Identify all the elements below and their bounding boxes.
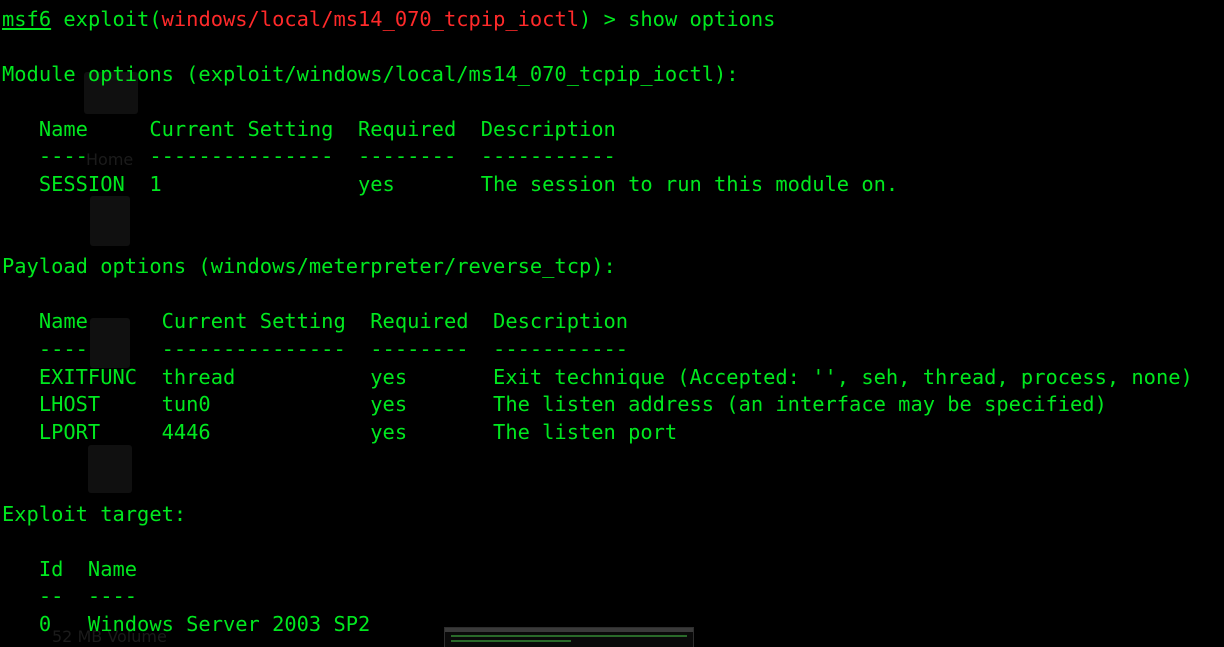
exploit-target-divider: -- ---- bbox=[2, 584, 138, 608]
terminal-window[interactable]: Home 52 MB Volume msf6 exploit(windows/l… bbox=[0, 0, 1224, 647]
prompt-input: show options bbox=[628, 7, 776, 31]
module-options-header-row: Name Current Setting Required Descriptio… bbox=[2, 117, 616, 141]
window-thumbnail[interactable] bbox=[444, 627, 694, 647]
prompt-module: windows/local/ms14_070_tcpip_ioctl bbox=[161, 7, 580, 31]
module-options-row: SESSION 1 yes The session to run this mo… bbox=[2, 172, 899, 196]
prompt-line: msf6 exploit(windows/local/ms14_070_tcpi… bbox=[2, 6, 775, 33]
thumbnail-titlebar bbox=[445, 628, 693, 632]
payload-options-heading: Payload options (windows/meterpreter/rev… bbox=[2, 254, 616, 278]
file-icon bbox=[90, 196, 130, 246]
payload-options-divider: ---- --------------- -------- ----------… bbox=[2, 337, 629, 361]
module-options-heading: Module options (exploit/windows/local/ms… bbox=[2, 62, 739, 86]
payload-options-header-row: Name Current Setting Required Descriptio… bbox=[2, 309, 629, 333]
thumbnail-text-line bbox=[451, 640, 571, 642]
prompt-command: exploit( bbox=[63, 7, 162, 31]
prompt-close: ) > bbox=[579, 7, 629, 31]
thumbnail-text-line bbox=[451, 635, 687, 637]
exploit-target-heading: Exploit target: bbox=[2, 502, 187, 526]
payload-options-row: EXITFUNC thread yes Exit technique (Acce… bbox=[2, 365, 1193, 389]
trash-icon bbox=[88, 445, 132, 493]
exploit-target-row: 0 Windows Server 2003 SP2 bbox=[2, 612, 371, 636]
payload-options-row: LHOST tun0 yes The listen address (an in… bbox=[2, 392, 1107, 416]
module-options-divider: ---- --------------- -------- ----------… bbox=[2, 144, 616, 168]
exploit-target-header-row: Id Name bbox=[2, 557, 138, 581]
prompt-prefix: msf6 bbox=[2, 7, 52, 31]
payload-options-row: LPORT 4446 yes The listen port bbox=[2, 420, 678, 444]
